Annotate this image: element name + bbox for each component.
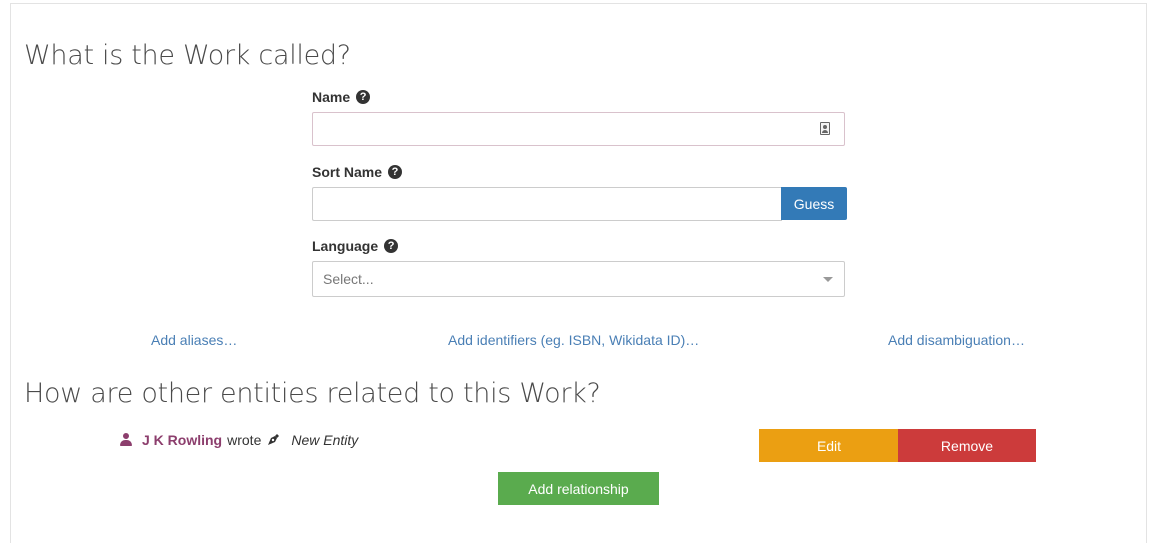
add-relationship-button[interactable]: Add relationship bbox=[498, 472, 659, 505]
name-label: Name ? bbox=[312, 89, 371, 105]
name-input[interactable] bbox=[312, 112, 845, 146]
add-aliases-link[interactable]: Add aliases… bbox=[151, 332, 237, 348]
remove-relationship-button[interactable]: Remove bbox=[898, 429, 1036, 462]
relationship-target: New Entity bbox=[291, 432, 359, 448]
relationships-section-heading: How are other entities related to this W… bbox=[24, 378, 601, 409]
language-select-placeholder: Select... bbox=[323, 271, 374, 287]
guess-button[interactable]: Guess bbox=[781, 187, 847, 220]
contact-card-icon bbox=[820, 122, 830, 135]
language-select[interactable]: Select... bbox=[312, 261, 845, 297]
edit-relationship-button[interactable]: Edit bbox=[759, 429, 899, 462]
question-circle-icon[interactable]: ? bbox=[388, 165, 403, 179]
add-disambiguation-link[interactable]: Add disambiguation… bbox=[888, 332, 1025, 348]
relationship-author[interactable]: J K Rowling bbox=[142, 432, 222, 448]
sort-name-input[interactable] bbox=[312, 187, 782, 221]
question-circle-icon[interactable]: ? bbox=[384, 239, 399, 253]
relationship-verb: wrote bbox=[227, 432, 262, 448]
caret-down-icon[interactable] bbox=[823, 277, 833, 282]
question-circle-icon[interactable]: ? bbox=[356, 90, 371, 104]
add-identifiers-link[interactable]: Add identifiers (eg. ISBN, Wikidata ID)… bbox=[448, 332, 699, 348]
user-icon bbox=[119, 433, 133, 447]
relationship-row: J K Rowling wrote New Entity bbox=[119, 432, 358, 448]
pen-nib-icon bbox=[268, 434, 280, 445]
sort-name-label: Sort Name ? bbox=[312, 164, 403, 180]
language-label: Language ? bbox=[312, 238, 399, 254]
name-section-heading: What is the Work called? bbox=[24, 40, 351, 71]
